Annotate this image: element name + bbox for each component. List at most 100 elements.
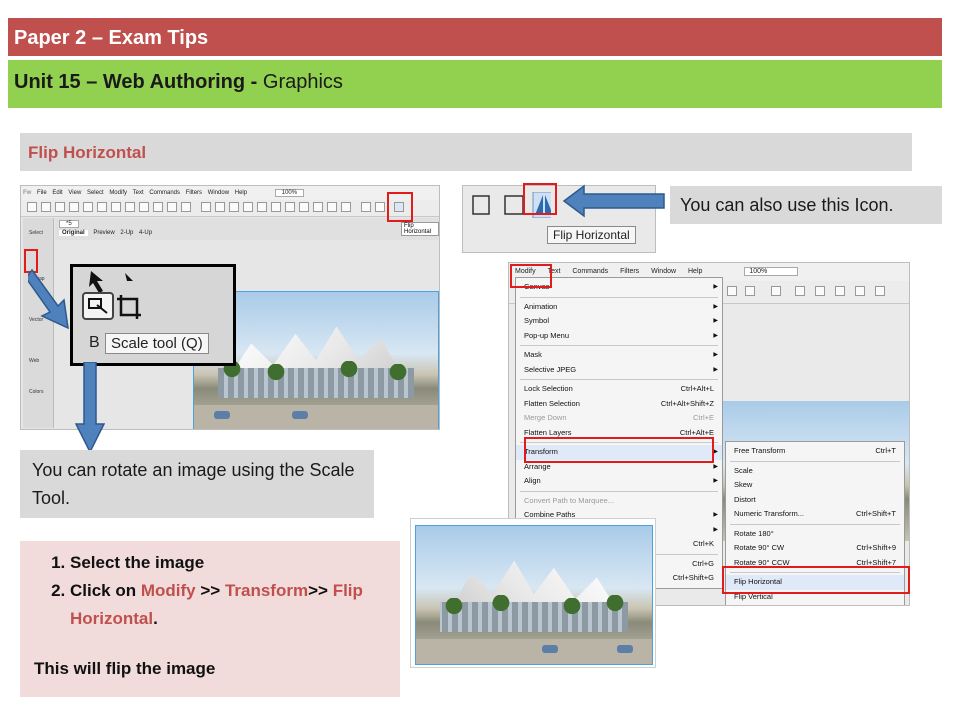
section-title: Flip Horizontal xyxy=(20,133,912,171)
scale-tool-zoom: B Scale tool (Q) xyxy=(70,264,236,366)
arrow-to-zoom xyxy=(28,268,69,330)
toolbar-button[interactable] xyxy=(285,202,295,212)
menu-item[interactable]: Selective JPEG ▶ xyxy=(516,363,722,378)
toolbar-button[interactable] xyxy=(375,202,385,212)
app-menu-window[interactable]: Window xyxy=(208,190,229,196)
menu-item[interactable]: Animation ▶ xyxy=(516,300,722,315)
steps-box: Select the image Click on Modify >> Tran… xyxy=(20,541,400,697)
submenu-item[interactable]: Rotate 90° CW Ctrl+Shift+9 xyxy=(726,541,904,556)
app-menu-filters[interactable]: Filters xyxy=(186,190,202,196)
callout-modify-menu xyxy=(510,264,552,288)
toolbar-button[interactable] xyxy=(313,202,323,212)
slide-title: Paper 2 – Exam Tips xyxy=(8,18,942,56)
subtitle-bold: Unit 15 – Web Authoring - xyxy=(14,71,258,93)
toolbar-button[interactable] xyxy=(727,286,737,296)
submenu-item[interactable]: Scale xyxy=(726,464,904,479)
toolbar-button[interactable] xyxy=(745,286,755,296)
panel-label-select: Select xyxy=(29,230,43,236)
app-menu-text[interactable]: Text xyxy=(133,190,144,196)
menu-item: Merge Down Ctrl+E xyxy=(524,413,714,422)
doc-tab-2up[interactable]: 2-Up xyxy=(120,230,133,236)
toolbar-button[interactable] xyxy=(181,202,191,212)
toolbar-button[interactable] xyxy=(215,202,225,212)
scale-tool-note: You can rotate an image using the Scale … xyxy=(20,450,374,518)
menu-item[interactable]: Align ▶ xyxy=(516,474,722,489)
menu-item: Convert Path to Marquee... xyxy=(524,495,615,505)
arrow-to-icon xyxy=(562,184,665,218)
panel-label-colors: Colors xyxy=(29,389,44,395)
callout-toolbar-icon xyxy=(523,183,557,215)
menu-window[interactable]: Window xyxy=(651,268,676,275)
app-menu-commands[interactable]: Commands xyxy=(149,190,180,196)
toolbar-button[interactable] xyxy=(69,202,79,212)
icon-tooltip: Flip Horizontal xyxy=(547,226,636,244)
menu-commands[interactable]: Commands xyxy=(572,268,608,275)
callout-flip-horizontal-item xyxy=(722,566,910,594)
scale-tool-tooltip: Scale tool (Q) xyxy=(105,333,209,354)
toolbar-button[interactable] xyxy=(271,202,281,212)
doc-tab-preview[interactable]: Preview xyxy=(93,230,114,236)
toolbar-button[interactable] xyxy=(299,202,309,212)
toolbar-button[interactable] xyxy=(111,202,121,212)
app-menu-file[interactable]: File xyxy=(37,190,47,196)
toolbar-button[interactable] xyxy=(257,202,267,212)
flipped-photo[interactable] xyxy=(415,525,653,665)
callout-transform-item xyxy=(524,437,714,463)
toolbar-button[interactable] xyxy=(815,286,825,296)
submenu-item[interactable]: Skew xyxy=(726,478,904,493)
doc-tab-4up[interactable]: 4-Up xyxy=(139,230,152,236)
menu-item[interactable]: Mask ▶ xyxy=(516,348,722,363)
app-toolbar xyxy=(21,200,439,217)
toolbar-button[interactable] xyxy=(875,286,885,296)
app-menu-edit[interactable]: Edit xyxy=(52,190,62,196)
toolbar-button[interactable] xyxy=(771,286,781,296)
callout-flip-icon xyxy=(387,192,413,222)
toolbar-button[interactable] xyxy=(835,286,845,296)
menu-zoom[interactable]: 100% xyxy=(744,267,799,276)
subtitle-rest: Graphics xyxy=(257,71,343,93)
app-zoom[interactable]: 100% xyxy=(274,189,305,197)
toolbar-button[interactable] xyxy=(795,286,805,296)
toolbar-button[interactable] xyxy=(243,202,253,212)
toolbar-button[interactable] xyxy=(97,202,107,212)
app-logo: Fw xyxy=(23,190,32,196)
steps-conclusion: This will flip the image xyxy=(34,659,216,678)
steps-list: Select the image Click on Modify >> Tran… xyxy=(34,549,386,633)
arrow-down-to-note xyxy=(74,362,106,454)
toolbar-button[interactable] xyxy=(327,202,337,212)
submenu-item[interactable]: Rotate 180° xyxy=(726,527,904,542)
doc-name-tab[interactable]: *5 xyxy=(59,220,79,228)
svg-text:B: B xyxy=(89,334,100,351)
menu-item[interactable]: Symbol ▶ xyxy=(516,314,722,329)
slide-subtitle: Unit 15 – Web Authoring - Graphics xyxy=(8,60,942,108)
menu-item[interactable]: Pop-up Menu ▶ xyxy=(516,329,722,344)
submenu-item[interactable]: Numeric Transform... Ctrl+Shift+T xyxy=(726,507,904,522)
toolbar-button[interactable] xyxy=(341,202,351,212)
toolbar-button[interactable] xyxy=(855,286,865,296)
toolbar-button[interactable] xyxy=(55,202,65,212)
menu-filters[interactable]: Filters xyxy=(620,268,639,275)
menu-item[interactable]: Lock Selection Ctrl+Alt+L xyxy=(516,382,722,397)
submenu-item[interactable]: Distort xyxy=(726,493,904,508)
step-2: Click on Modify >> Transform>> Flip Hori… xyxy=(70,577,386,633)
toolbar-button[interactable] xyxy=(27,202,37,212)
app-menu-help[interactable]: Help xyxy=(235,190,247,196)
panel-label-web: Web xyxy=(29,358,40,364)
toolbar-button[interactable] xyxy=(361,202,371,212)
app-menu-modify[interactable]: Modify xyxy=(109,190,127,196)
toolbar-button[interactable] xyxy=(41,202,51,212)
doc-tab-original[interactable]: Original xyxy=(59,230,88,236)
toolbar-button[interactable] xyxy=(229,202,239,212)
submenu-item[interactable]: Free Transform Ctrl+T xyxy=(726,444,904,459)
toolbar-button[interactable] xyxy=(139,202,149,212)
toolbar-button[interactable] xyxy=(167,202,177,212)
flipped-photo-frame xyxy=(410,518,656,668)
menu-help[interactable]: Help xyxy=(688,268,702,275)
toolbar-button[interactable] xyxy=(83,202,93,212)
toolbar-button[interactable] xyxy=(153,202,163,212)
toolbar-button[interactable] xyxy=(201,202,211,212)
app-menu-view[interactable]: View xyxy=(68,190,81,196)
toolbar-button[interactable] xyxy=(125,202,135,212)
menu-item[interactable]: Flatten Selection Ctrl+Alt+Shift+Z xyxy=(516,397,722,412)
app-menu-select[interactable]: Select xyxy=(87,190,104,196)
